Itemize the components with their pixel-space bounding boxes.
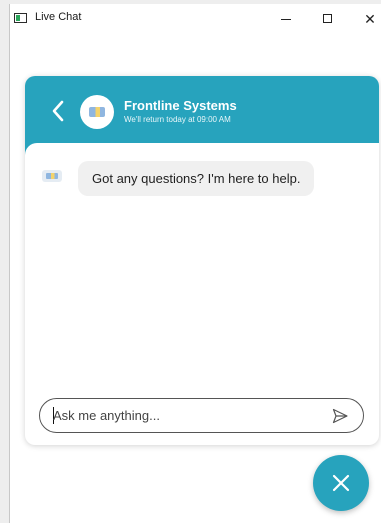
paper-plane-icon (332, 408, 348, 424)
chat-widget: Frontline Systems We'll return today at … (25, 76, 379, 445)
chat-toggle-button[interactable] (313, 455, 369, 511)
send-button[interactable] (331, 407, 349, 425)
company-logo-icon (89, 107, 105, 117)
message-input[interactable] (53, 399, 323, 432)
company-name: Frontline Systems (124, 98, 237, 113)
chevron-left-icon (52, 100, 64, 122)
maximize-button[interactable] (313, 7, 343, 31)
window-title: Live Chat (35, 11, 82, 23)
agent-message-bubble: Got any questions? I'm here to help. (78, 161, 315, 196)
title-bar[interactable]: Live Chat ✕ (10, 4, 381, 34)
close-icon (332, 474, 350, 492)
company-avatar (80, 95, 114, 129)
message-input-box[interactable] (39, 398, 364, 433)
availability-status: We'll return today at 09:00 AM (124, 115, 231, 124)
close-window-button[interactable]: ✕ (355, 7, 381, 31)
agent-avatar (42, 170, 62, 182)
app-icon (14, 13, 27, 23)
minimize-button[interactable] (271, 7, 301, 31)
app-window: Live Chat ✕ Frontline Systems We'll retu… (9, 4, 381, 523)
chat-header: Frontline Systems We'll return today at … (25, 76, 379, 157)
back-button[interactable] (51, 100, 65, 122)
